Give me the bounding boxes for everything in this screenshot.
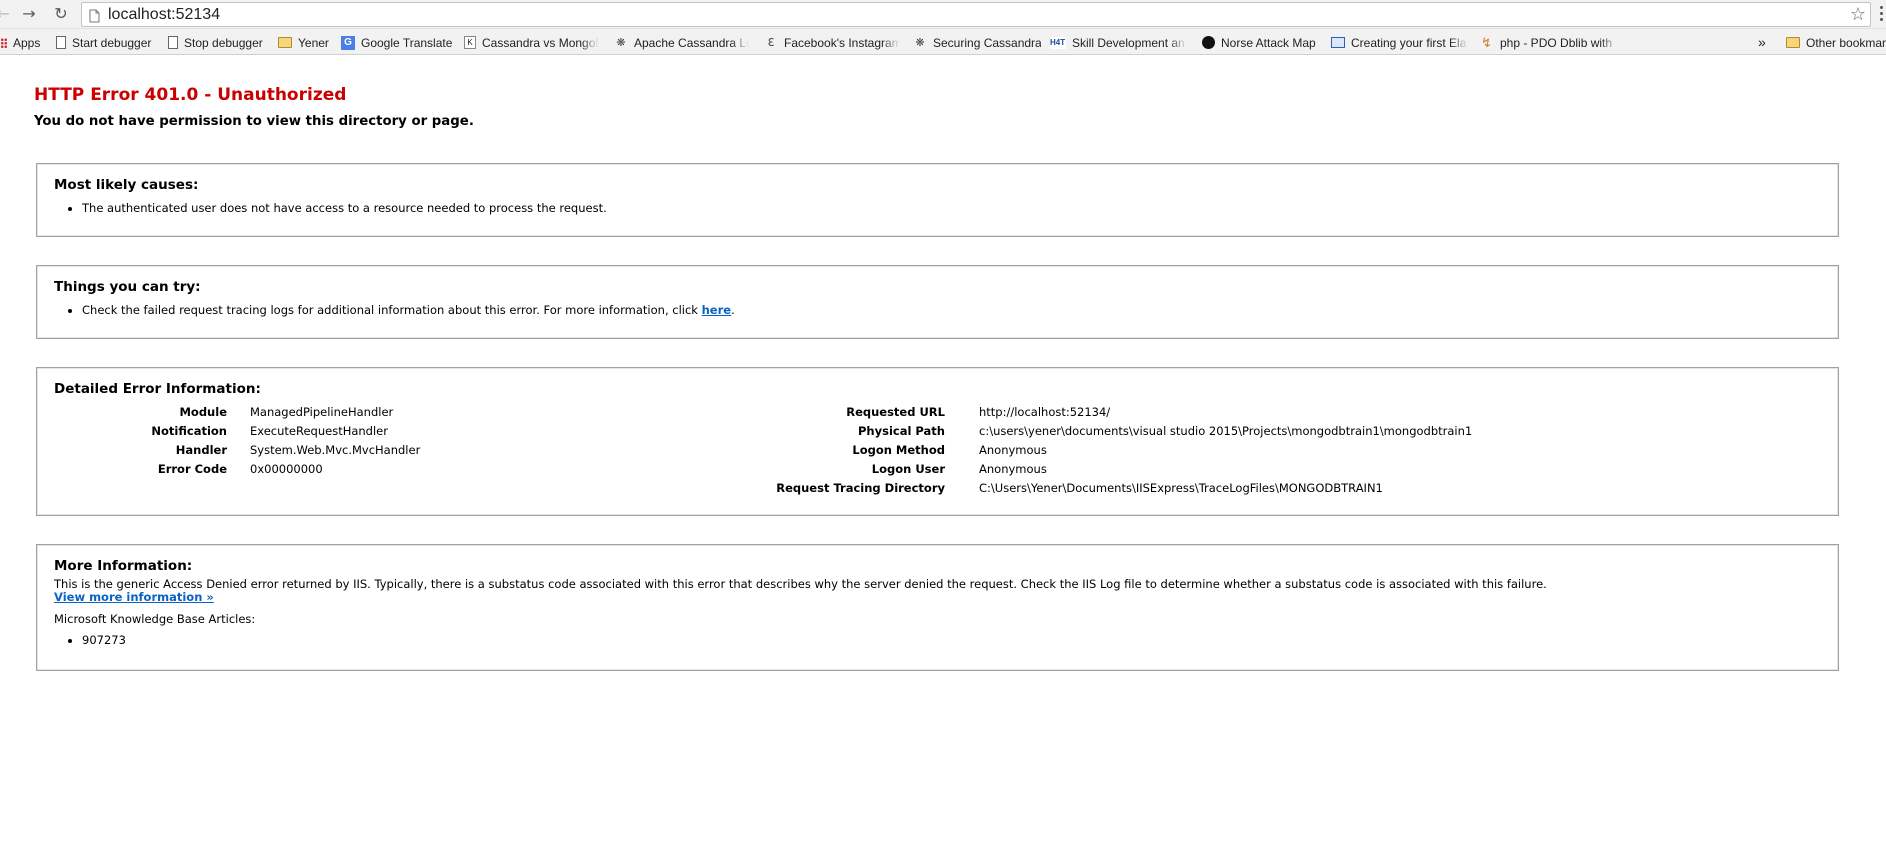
more-information-text: This is the generic Access Denied error … <box>54 577 1547 591</box>
forward-arrow-icon[interactable]: → <box>18 3 40 25</box>
php-icon: ↯ <box>1481 35 1492 51</box>
bookmark-start-debugger[interactable]: Start debugger <box>56 33 160 51</box>
kb-articles-label: Microsoft Knowledge Base Articles: <box>54 612 256 626</box>
apps-grid-icon <box>0 37 7 48</box>
bookmark-cassandra-vs-mongodb[interactable]: K Cassandra vs MongoD <box>464 33 599 51</box>
try-item-text: Check the failed request tracing logs fo… <box>82 303 702 317</box>
detail-label-tracing-directory: Request Tracing Directory <box>776 481 945 495</box>
detail-label-error-code: Error Code <box>157 462 227 476</box>
causes-box: Most likely causes: The authenticated us… <box>36 163 1839 237</box>
detail-value-logon-user: Anonymous <box>979 462 1047 476</box>
norse-icon <box>1202 36 1215 50</box>
detailed-error-box: Detailed Error Information: Module Manag… <box>36 367 1839 516</box>
bookmark-securing-cassandra[interactable]: ❋ Securing Cassandra <box>913 33 1041 51</box>
bookmark-apps[interactable]: Apps <box>0 33 42 51</box>
page-content: HTTP Error 401.0 - Unauthorized You do n… <box>0 56 1886 853</box>
view-more-information-link[interactable]: View more information » <box>54 590 214 604</box>
bookmarks-overflow-chevron[interactable]: » <box>1758 33 1772 51</box>
back-arrow-icon[interactable]: ← <box>0 3 14 25</box>
page-icon <box>168 36 178 50</box>
kb-articles-list: 907273 <box>54 631 1821 649</box>
browser-toolbar: ← → ↻ ☆ <box>0 0 1886 29</box>
detail-value-notification: ExecuteRequestHandler <box>250 424 388 438</box>
detail-value-tracing-directory: C:\Users\Yener\Documents\IISExpress\Trac… <box>979 481 1383 495</box>
bookmark-stop-debugger[interactable]: Stop debugger <box>168 33 270 51</box>
bookmark-facebook-instagram[interactable]: ℇ Facebook's Instagram <box>764 33 900 51</box>
bookmark-other-bookmarks[interactable]: Other bookmarks <box>1786 33 1886 51</box>
detail-value-module: ManagedPipelineHandler <box>250 405 394 419</box>
detail-label-requested-url: Requested URL <box>846 405 945 419</box>
detail-label-logon-method: Logon Method <box>852 443 945 457</box>
address-input[interactable] <box>106 4 1806 25</box>
detail-value-error-code: 0x00000000 <box>250 462 323 476</box>
h4-icon: H4T <box>1050 36 1066 49</box>
list-item: The authenticated user does not have acc… <box>82 199 1821 217</box>
things-to-try-box: Things you can try: Check the failed req… <box>36 265 1839 339</box>
bookmark-php-pdo-dblib[interactable]: ↯ php - PDO Dblib with <box>1481 33 1618 51</box>
page-icon <box>89 8 100 27</box>
bookmark-folder-yener[interactable]: Yener <box>278 33 333 51</box>
bookmark-creating-first-elastic[interactable]: Creating your first Ela <box>1331 33 1468 51</box>
cassandra-eye-icon: ❋ <box>915 36 925 49</box>
detail-label-module: Module <box>179 405 227 419</box>
detail-label-logon-user: Logon User <box>871 462 945 476</box>
error-title: HTTP Error 401.0 - Unauthorized <box>34 85 347 105</box>
list-item: Check the failed request tracing logs fo… <box>82 301 1821 319</box>
site-e-icon: ℇ <box>767 36 775 49</box>
google-translate-icon: G <box>341 35 355 50</box>
detailed-error-heading: Detailed Error Information: <box>54 381 261 397</box>
folder-icon <box>278 37 292 49</box>
things-to-try-heading: Things you can try: <box>54 279 201 295</box>
here-link[interactable]: here <box>702 303 731 317</box>
bookmark-skill-development[interactable]: H4T Skill Development an <box>1050 33 1187 51</box>
bookmarks-bar: Apps Start debugger Stop debugger Yener … <box>0 29 1886 55</box>
causes-heading: Most likely causes: <box>54 177 199 193</box>
detail-label-handler: Handler <box>175 443 227 457</box>
cassandra-eye-icon: ❋ <box>616 36 626 49</box>
detail-value-requested-url: http://localhost:52134/ <box>979 405 1111 419</box>
detail-label-physical-path: Physical Path <box>858 424 945 438</box>
book-icon <box>1331 37 1345 49</box>
error-subtitle: You do not have permission to view this … <box>34 114 474 129</box>
bookmark-norse-attack-map[interactable]: Norse Attack Map <box>1202 33 1326 51</box>
address-bar[interactable]: ☆ <box>81 2 1871 27</box>
list-item: 907273 <box>82 631 1821 649</box>
detail-label-notification: Notification <box>151 424 227 438</box>
detail-value-logon-method: Anonymous <box>979 443 1047 457</box>
detail-value-handler: System.Web.Mvc.MvcHandler <box>250 443 421 457</box>
more-information-box: More Information: This is the generic Ac… <box>36 544 1839 671</box>
site-k-icon: K <box>464 36 476 50</box>
try-item-end: . <box>731 303 735 317</box>
browser-menu-icon[interactable] <box>1878 6 1886 24</box>
bookmark-star-icon[interactable]: ☆ <box>1850 4 1866 26</box>
reload-icon[interactable]: ↻ <box>50 3 72 25</box>
bookmark-google-translate[interactable]: G Google Translate <box>341 33 453 51</box>
page-icon <box>56 36 66 50</box>
bookmark-apache-cassandra[interactable]: ❋ Apache Cassandra Le <box>614 33 749 51</box>
folder-icon <box>1786 37 1800 49</box>
things-to-try-list: Check the failed request tracing logs fo… <box>54 301 1821 319</box>
detail-value-physical-path: c:\users\yener\documents\visual studio 2… <box>979 424 1473 438</box>
causes-list: The authenticated user does not have acc… <box>54 199 1821 217</box>
more-information-heading: More Information: <box>54 558 193 574</box>
